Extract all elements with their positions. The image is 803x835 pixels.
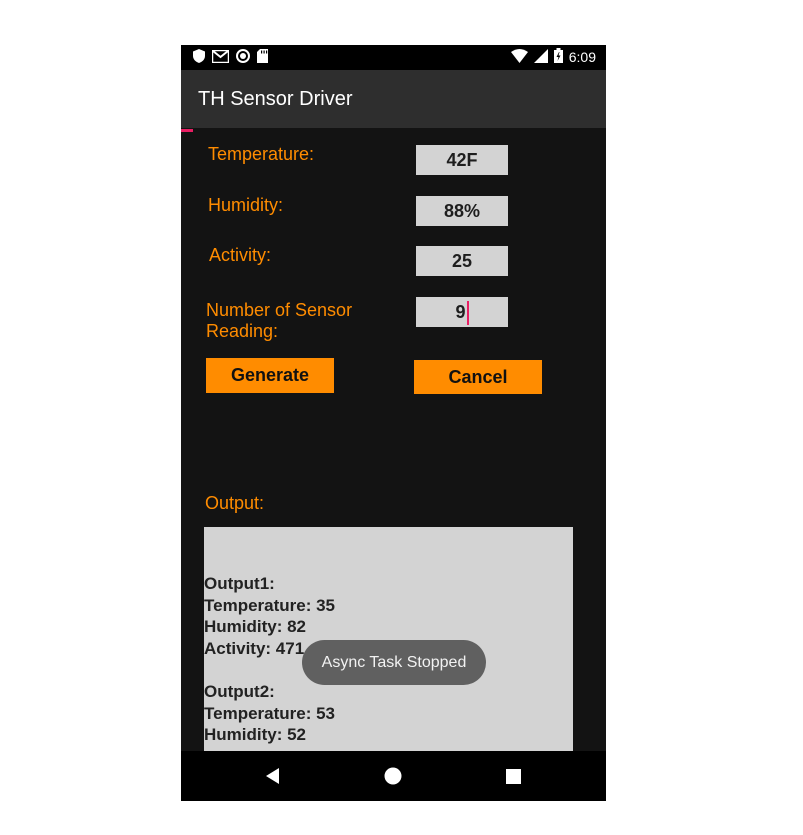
home-button[interactable] <box>363 751 423 801</box>
readings-label: Number of Sensor Reading: <box>206 300 352 342</box>
gmail-icon <box>211 49 230 68</box>
humidity-field[interactable]: 88% <box>416 196 508 226</box>
output-entry: Output2: Temperature: 53 Humidity: 52 <box>204 681 335 746</box>
shield-icon <box>193 49 205 68</box>
activity-label: Activity: <box>209 245 272 265</box>
recents-button[interactable] <box>483 751 543 801</box>
record-icon <box>236 49 250 68</box>
wifi-icon <box>510 48 528 66</box>
app-title: TH Sensor Driver <box>198 88 353 110</box>
back-button[interactable] <box>243 751 303 801</box>
activity-field[interactable]: 25 <box>416 246 508 276</box>
text-cursor <box>466 301 469 326</box>
readings-label-line1: Number of Sensor <box>206 300 353 320</box>
navigation-bar <box>181 751 606 801</box>
output-entry-temperature: Temperature: 53 <box>204 703 336 723</box>
output-entry-temperature: Temperature: 35 <box>204 595 336 615</box>
status-bar: 6:09 <box>181 45 606 70</box>
output-entry-title: Output2: <box>204 682 275 701</box>
battery-icon <box>553 48 563 66</box>
cancel-button[interactable]: Cancel <box>414 360 542 394</box>
output-entry-humidity: Humidity: 82 <box>204 617 307 636</box>
readings-value: 9 <box>455 302 466 322</box>
generate-button[interactable]: Generate <box>206 358 334 393</box>
phone-screen: 6:09 TH Sensor Driver Temperature: 42F H… <box>181 45 606 801</box>
temperature-field[interactable]: 42F <box>416 145 508 175</box>
output-label: Output: <box>205 493 265 513</box>
status-time: 6:09 <box>568 49 596 65</box>
humidity-label: Humidity: <box>208 195 284 215</box>
readings-field[interactable]: 9 <box>416 297 508 327</box>
temperature-label: Temperature: <box>208 144 315 164</box>
output-entry-humidity: Humidity: 52 <box>204 725 307 744</box>
app-bar: TH Sensor Driver <box>181 70 606 128</box>
back-icon <box>266 768 279 784</box>
accent-indicator <box>181 129 193 132</box>
home-icon <box>384 767 402 785</box>
sd-card-icon <box>257 49 268 68</box>
signal-icon <box>533 48 548 66</box>
readings-label-line2: Reading: <box>206 321 279 341</box>
recents-icon <box>505 768 521 784</box>
toast-message: Async Task Stopped <box>302 640 486 685</box>
output-entry-title: Output1: <box>204 574 275 593</box>
